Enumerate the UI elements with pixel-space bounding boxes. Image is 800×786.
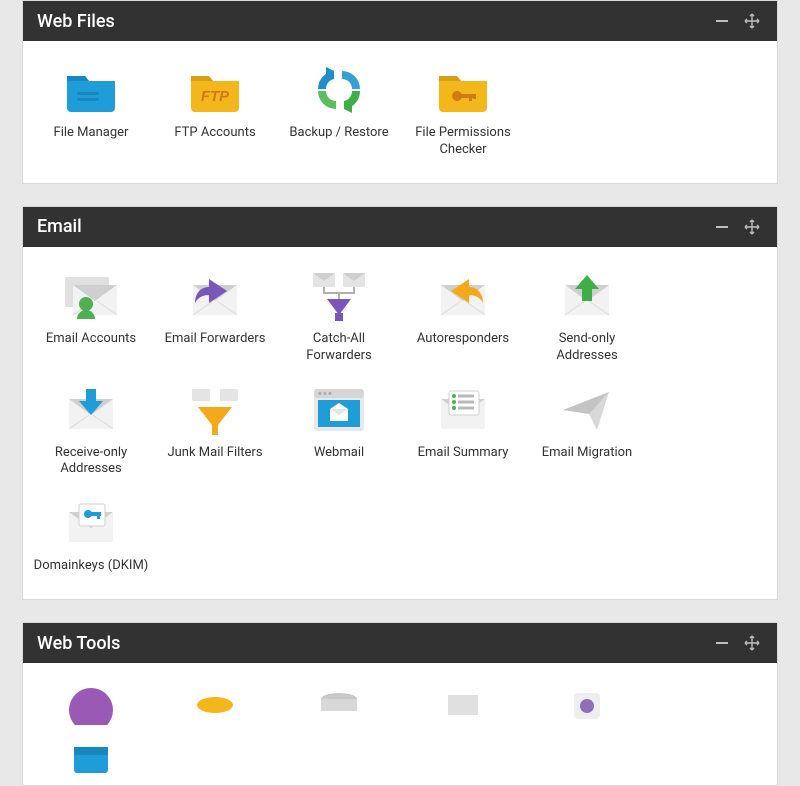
web-tool-6-icon: [33, 737, 149, 777]
item-web-tool-3[interactable]: [277, 681, 401, 733]
item-web-tool-4[interactable]: [401, 681, 525, 733]
minimize-icon[interactable]: [711, 632, 733, 654]
item-ftp-accounts[interactable]: FTP FTP Accounts: [153, 59, 277, 173]
panel-email: Email Email Accounts: [22, 206, 778, 600]
item-label: Email Summary: [405, 445, 521, 462]
item-catch-all-forwarders[interactable]: Catch-All Forwarders: [277, 265, 401, 379]
panel-title: Web Files: [37, 11, 711, 32]
panel-web-tools: Web Tools: [22, 622, 778, 786]
item-web-tool-6[interactable]: [29, 733, 153, 785]
panel-header: Web Tools: [23, 623, 777, 663]
item-send-only-addresses[interactable]: Send-only Addresses: [525, 265, 649, 379]
item-email-summary[interactable]: Email Summary: [401, 379, 525, 493]
panel-title: Email: [37, 216, 711, 237]
item-receive-only-addresses[interactable]: Receive-only Addresses: [29, 379, 153, 493]
panel-body: File Manager FTP FTP Accounts: [23, 41, 777, 183]
panel-body: Email Accounts Email Forwarders: [23, 247, 777, 599]
webmail-icon: [281, 383, 397, 437]
email-forwarders-icon: [157, 269, 273, 323]
item-label: File Permissions Checker: [405, 125, 521, 159]
item-label: Backup / Restore: [281, 125, 397, 142]
item-label: Junk Mail Filters: [157, 445, 273, 462]
item-web-tool-1[interactable]: [29, 681, 153, 733]
item-autoresponders[interactable]: Autoresponders: [401, 265, 525, 379]
email-migration-icon: [529, 383, 645, 437]
ftp-accounts-icon: FTP: [157, 63, 273, 117]
move-icon[interactable]: [741, 10, 763, 32]
web-tool-1-icon: [33, 685, 149, 725]
send-only-icon: [529, 269, 645, 323]
panel-header: Email: [23, 207, 777, 247]
web-tool-3-icon: [281, 685, 397, 725]
web-tool-4-icon: [405, 685, 521, 725]
item-backup-restore[interactable]: Backup / Restore: [277, 59, 401, 173]
item-webmail[interactable]: Webmail: [277, 379, 401, 493]
panel-header: Web Files: [23, 1, 777, 41]
item-file-manager[interactable]: File Manager: [29, 59, 153, 173]
panel-web-files: Web Files File Manager: [22, 0, 778, 184]
item-junk-mail-filters[interactable]: Junk Mail Filters: [153, 379, 277, 493]
junk-mail-filters-icon: [157, 383, 273, 437]
item-email-migration[interactable]: Email Migration: [525, 379, 649, 493]
minimize-icon[interactable]: [711, 216, 733, 238]
item-email-forwarders[interactable]: Email Forwarders: [153, 265, 277, 379]
file-permissions-icon: [405, 63, 521, 117]
web-tool-2-icon: [157, 685, 273, 725]
item-label: Webmail: [281, 445, 397, 462]
item-label: Autoresponders: [405, 331, 521, 348]
email-accounts-icon: [33, 269, 149, 323]
web-tool-5-icon: [529, 685, 645, 725]
item-label: Email Migration: [529, 445, 645, 462]
move-icon[interactable]: [741, 216, 763, 238]
file-manager-icon: [33, 63, 149, 117]
panel-body: [23, 663, 777, 785]
backup-restore-icon: [281, 63, 397, 117]
item-email-accounts[interactable]: Email Accounts: [29, 265, 153, 379]
item-label: Receive-only Addresses: [33, 445, 149, 479]
minimize-icon[interactable]: [711, 10, 733, 32]
email-summary-icon: [405, 383, 521, 437]
item-label: Domainkeys (DKIM): [33, 558, 149, 575]
catch-all-forwarders-icon: [281, 269, 397, 323]
item-label: FTP Accounts: [157, 125, 273, 142]
item-label: Catch-All Forwarders: [281, 331, 397, 365]
item-web-tool-5[interactable]: [525, 681, 649, 733]
receive-only-icon: [33, 383, 149, 437]
autoresponders-icon: [405, 269, 521, 323]
item-file-permissions-checker[interactable]: File Permissions Checker: [401, 59, 525, 173]
item-domainkeys-dkim[interactable]: Domainkeys (DKIM): [29, 492, 153, 589]
item-label: Send-only Addresses: [529, 331, 645, 365]
domainkeys-icon: [33, 496, 149, 550]
item-web-tool-2[interactable]: [153, 681, 277, 733]
move-icon[interactable]: [741, 632, 763, 654]
item-label: File Manager: [33, 125, 149, 142]
panel-title: Web Tools: [37, 633, 711, 654]
svg-text:FTP: FTP: [201, 88, 230, 105]
item-label: Email Accounts: [33, 331, 149, 348]
item-label: Email Forwarders: [157, 331, 273, 348]
